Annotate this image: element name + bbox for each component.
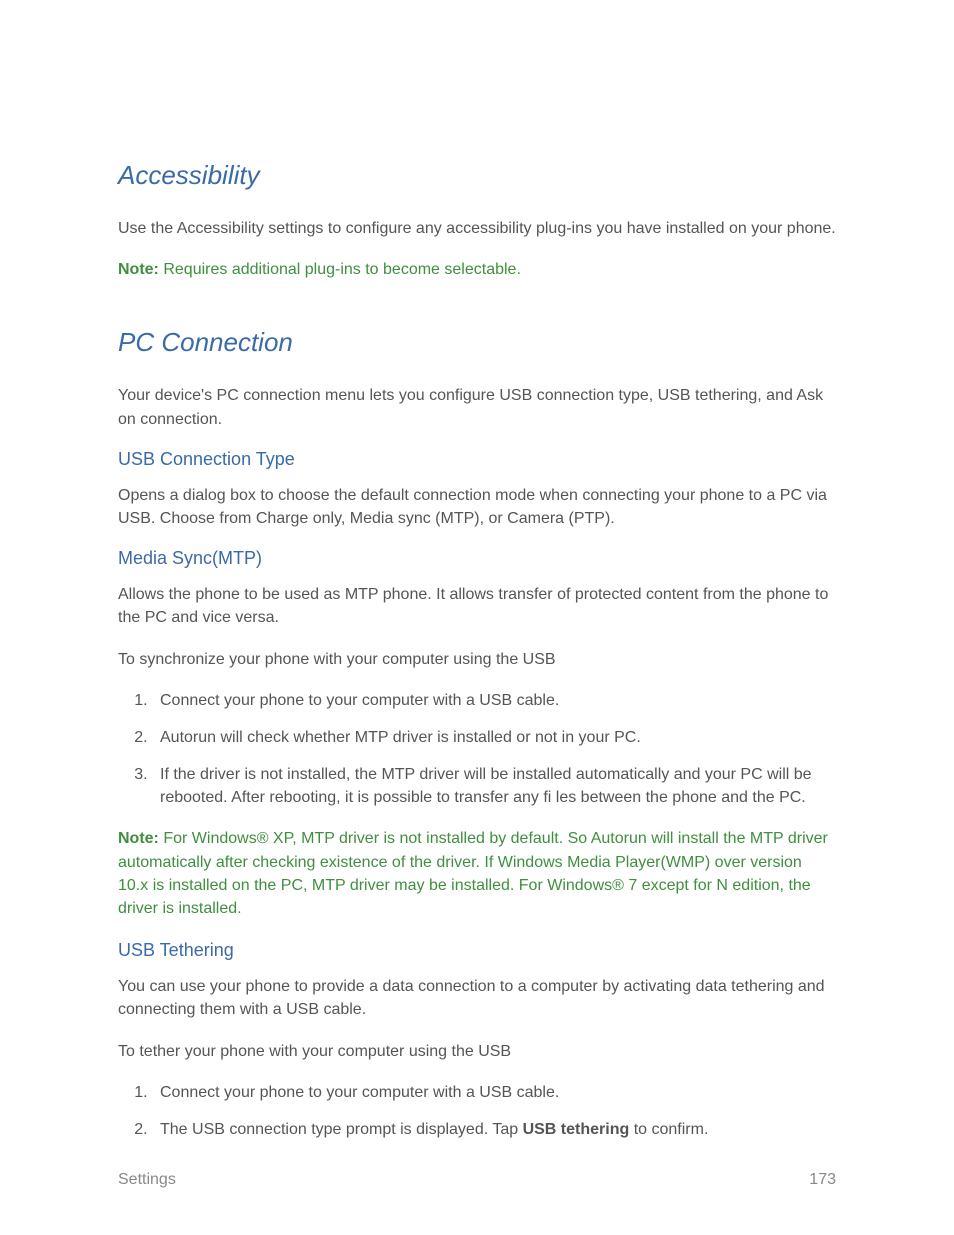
- media-sync-text2: To synchronize your phone with your comp…: [118, 648, 836, 671]
- note-label: Note:: [118, 261, 159, 278]
- usb-connection-type-text: Opens a dialog box to choose the default…: [118, 484, 836, 530]
- heading-usb-connection-type: USB Connection Type: [118, 449, 836, 470]
- list-item: If the driver is not installed, the MTP …: [152, 763, 836, 809]
- accessibility-note: Note: Requires additional plug-ins to be…: [118, 258, 836, 281]
- usb-tethering-steps: Connect your phone to your computer with…: [118, 1081, 836, 1141]
- page-footer: Settings 173: [118, 1171, 836, 1189]
- list-item: Connect your phone to your computer with…: [152, 1081, 836, 1104]
- usb-tethering-text2: To tether your phone with your computer …: [118, 1040, 836, 1063]
- heading-usb-tethering: USB Tethering: [118, 940, 836, 961]
- footer-page-number: 173: [809, 1171, 836, 1189]
- heading-accessibility: Accessibility: [118, 160, 836, 191]
- list-item: Connect your phone to your computer with…: [152, 689, 836, 712]
- step2-suffix: to confirm.: [629, 1121, 708, 1138]
- accessibility-intro: Use the Accessibility settings to config…: [118, 217, 836, 240]
- note-text: Requires additional plug-ins to become s…: [159, 261, 521, 278]
- note-label: Note:: [118, 830, 159, 847]
- pc-connection-intro: Your device's PC connection menu lets yo…: [118, 384, 836, 430]
- heading-pc-connection: PC Connection: [118, 327, 836, 358]
- list-item: The USB connection type prompt is displa…: [152, 1118, 836, 1141]
- step2-bold: USB tethering: [523, 1121, 630, 1138]
- media-sync-text1: Allows the phone to be used as MTP phone…: [118, 583, 836, 629]
- usb-tethering-text1: You can use your phone to provide a data…: [118, 975, 836, 1021]
- media-sync-steps: Connect your phone to your computer with…: [118, 689, 836, 810]
- heading-media-sync: Media Sync(MTP): [118, 548, 836, 569]
- media-sync-note: Note: For Windows® XP, MTP driver is not…: [118, 827, 836, 920]
- note-text: For Windows® XP, MTP driver is not insta…: [118, 830, 828, 917]
- list-item: Autorun will check whether MTP driver is…: [152, 726, 836, 749]
- step2-prefix: The USB connection type prompt is displa…: [160, 1121, 523, 1138]
- footer-section-name: Settings: [118, 1171, 176, 1189]
